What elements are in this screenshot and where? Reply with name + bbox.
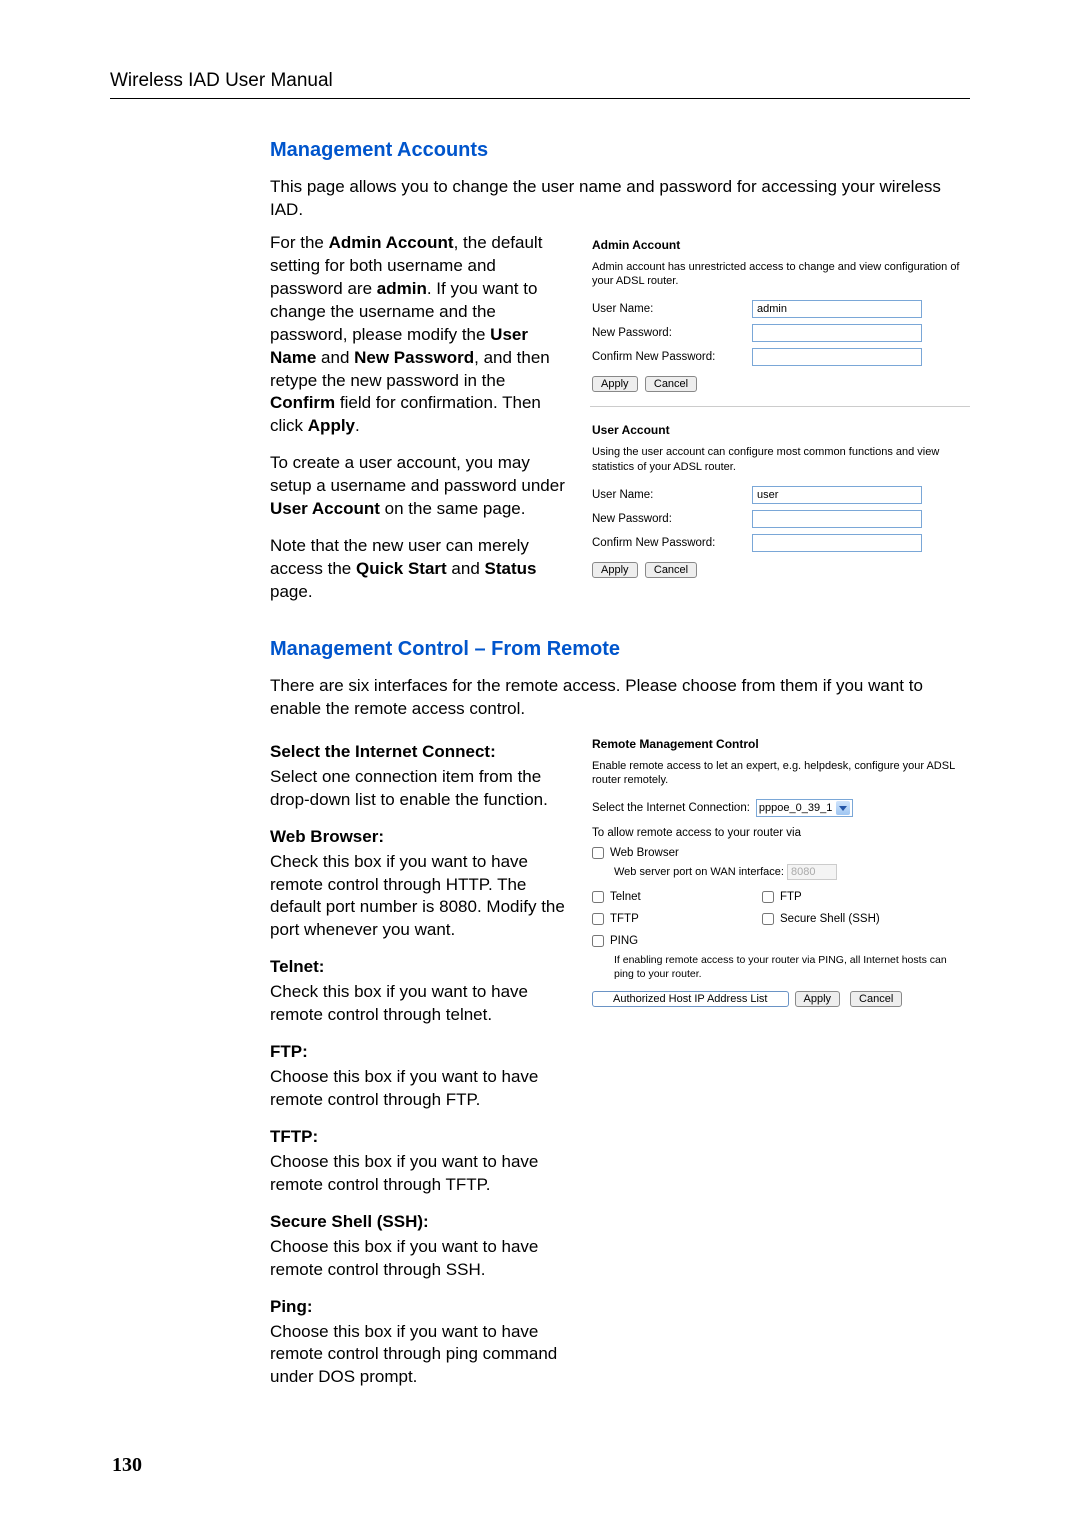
section1-para2: To create a user account, you may setup …	[270, 452, 570, 521]
sub-telnet-desc: Check this box if you want to have remot…	[270, 981, 570, 1027]
remote-apply-button[interactable]: Apply	[795, 991, 841, 1007]
section2-right-column: Remote Management Control Enable remote …	[590, 731, 970, 1404]
sub-tftp: TFTP:	[270, 1126, 570, 1149]
sub-ssh-desc: Choose this box if you want to have remo…	[270, 1236, 570, 1282]
user-username-label: User Name:	[592, 489, 752, 501]
remote-mgmt-desc: Enable remote access to let an expert, e…	[592, 759, 968, 788]
remote-cancel-button[interactable]: Cancel	[850, 991, 902, 1007]
section1-intro: This page allows you to change the user …	[270, 176, 970, 222]
admin-newpwd-input[interactable]	[752, 324, 922, 342]
remote-select-label: Select the Internet Connection:	[592, 802, 750, 814]
user-account-desc: Using the user account can configure mos…	[592, 445, 968, 474]
sub-telnet: Telnet:	[270, 956, 570, 979]
admin-confirmpwd-input[interactable]	[752, 348, 922, 366]
user-confirmpwd-input[interactable]	[752, 534, 922, 552]
user-account-panel: User Account Using the user account can …	[590, 417, 970, 592]
remote-allow-text: To allow remote access to your router vi…	[592, 827, 968, 839]
admin-apply-button[interactable]: Apply	[592, 376, 638, 392]
sub-select-connect-desc: Select one connection item from the drop…	[270, 766, 570, 812]
user-cancel-button[interactable]: Cancel	[645, 562, 697, 578]
ping-checkbox[interactable]	[592, 935, 604, 947]
remote-connection-select[interactable]: pppoe_0_39_1	[756, 799, 853, 817]
sub-web-browser: Web Browser:	[270, 826, 570, 849]
section1-right-column: Admin Account Admin account has unrestri…	[590, 232, 970, 618]
sub-ping-desc: Choose this box if you want to have remo…	[270, 1321, 570, 1390]
ssh-label: Secure Shell (SSH)	[780, 913, 880, 925]
telnet-checkbox[interactable]	[592, 891, 604, 903]
ping-label: PING	[610, 935, 638, 947]
page-header: Wireless IAD User Manual	[110, 70, 970, 99]
admin-account-panel: Admin Account Admin account has unrestri…	[590, 232, 970, 408]
user-confirmpwd-label: Confirm New Password:	[592, 537, 752, 549]
admin-username-label: User Name:	[592, 303, 752, 315]
sub-ping: Ping:	[270, 1296, 570, 1319]
web-browser-checkbox[interactable]	[592, 847, 604, 859]
user-apply-button[interactable]: Apply	[592, 562, 638, 578]
section1-para3: Note that the new user can merely access…	[270, 535, 570, 604]
section-heading-remote: Management Control – From Remote	[270, 638, 970, 661]
sub-select-connect: Select the Internet Connect:	[270, 741, 570, 764]
section1-left-column: For the Admin Account, the default setti…	[270, 232, 570, 618]
web-port-input[interactable]	[787, 864, 837, 880]
authorized-host-button[interactable]: Authorized Host IP Address List	[592, 991, 789, 1007]
user-newpwd-input[interactable]	[752, 510, 922, 528]
ping-note: If enabling remote access to your router…	[592, 954, 968, 980]
ftp-checkbox[interactable]	[762, 891, 774, 903]
user-account-title: User Account	[592, 423, 968, 437]
web-port-label: Web server port on WAN interface:	[614, 866, 784, 878]
admin-account-desc: Admin account has unrestricted access to…	[592, 260, 968, 289]
admin-cancel-button[interactable]: Cancel	[645, 376, 697, 392]
section1-para1: For the Admin Account, the default setti…	[270, 232, 570, 438]
sub-ftp-desc: Choose this box if you want to have remo…	[270, 1066, 570, 1112]
user-newpwd-label: New Password:	[592, 513, 752, 525]
chevron-down-icon	[836, 801, 850, 815]
ssh-checkbox[interactable]	[762, 913, 774, 925]
user-username-input[interactable]	[752, 486, 922, 504]
ftp-label: FTP	[780, 891, 802, 903]
remote-mgmt-title: Remote Management Control	[592, 737, 968, 751]
section2-intro: There are six interfaces for the remote …	[270, 675, 970, 721]
admin-account-title: Admin Account	[592, 238, 968, 252]
sub-tftp-desc: Choose this box if you want to have remo…	[270, 1151, 570, 1197]
section2-left-column: Select the Internet Connect: Select one …	[270, 731, 570, 1404]
sub-ssh: Secure Shell (SSH):	[270, 1211, 570, 1234]
telnet-label: Telnet	[610, 891, 641, 903]
sub-ftp: FTP:	[270, 1041, 570, 1064]
admin-username-input[interactable]	[752, 300, 922, 318]
remote-mgmt-panel: Remote Management Control Enable remote …	[590, 731, 970, 1021]
web-browser-label: Web Browser	[610, 847, 679, 859]
sub-web-browser-desc: Check this box if you want to have remot…	[270, 851, 570, 943]
page-number: 130	[112, 1454, 142, 1477]
admin-confirmpwd-label: Confirm New Password:	[592, 351, 752, 363]
admin-newpwd-label: New Password:	[592, 327, 752, 339]
tftp-checkbox[interactable]	[592, 913, 604, 925]
section-heading-accounts: Management Accounts	[270, 139, 970, 162]
tftp-label: TFTP	[610, 913, 639, 925]
